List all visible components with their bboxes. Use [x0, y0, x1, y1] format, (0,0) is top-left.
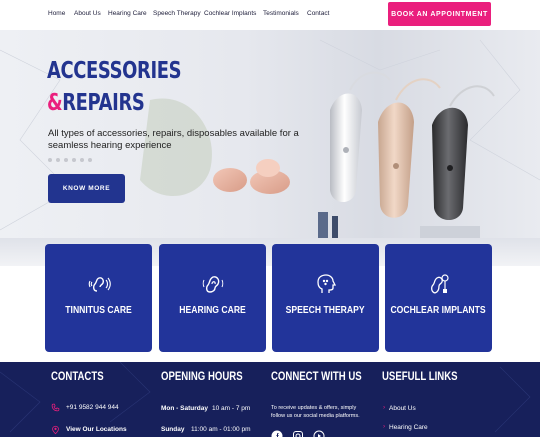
slider-dot[interactable] [56, 158, 60, 162]
footer-links-heading: USEFULL LINKS [382, 369, 458, 383]
service-card-tinnitus[interactable]: TINNITUS CARE [45, 244, 152, 352]
hours-row1-time: 10 am - 7 pm [212, 405, 251, 412]
footer-contacts-heading: CONTACTS [51, 369, 104, 383]
phone-icon [51, 403, 60, 412]
connect-text-line2: follow us our social media platforms. [271, 413, 360, 419]
nav-contact[interactable]: Contact [307, 10, 329, 17]
chevron-right-icon: › [383, 423, 386, 430]
nav-hearing-care[interactable]: Hearing Care [108, 10, 147, 17]
hero-title-ampersand: & [47, 90, 63, 116]
ear-icon [202, 276, 223, 293]
hero-subtitle: All types of accessories, repairs, dispo… [48, 128, 299, 151]
instagram-icon[interactable] [292, 430, 304, 437]
hero-title-line1: ACCESSORIES [47, 58, 182, 84]
service-label: TINNITUS CARE [65, 304, 132, 316]
cochlear-implant-icon [430, 274, 449, 294]
location-pin-icon [52, 425, 59, 435]
top-navigation: Home About Us Hearing Care Speech Therap… [0, 0, 540, 30]
footer-link-hearing-care[interactable]: Hearing Care [389, 424, 428, 431]
ear-waves-icon [88, 277, 111, 292]
youtube-icon[interactable] [313, 430, 325, 437]
hero-title-line2-text: REPAIRS [62, 90, 145, 116]
hours-row1-day: Mon - Saturday [161, 405, 208, 412]
nav-about-us[interactable]: About Us [74, 10, 101, 17]
service-label: COCHLEAR IMPLANTS [390, 304, 487, 316]
slider-dot[interactable] [64, 158, 68, 162]
connect-text-line1: To receive updates & offers, simply [271, 405, 357, 411]
hours-row2-time: 11:00 am - 01:00 pm [191, 426, 251, 433]
nav-testimonials[interactable]: Testimonials [263, 10, 299, 17]
service-label: HEARING CARE [179, 304, 246, 316]
service-card-hearing-care[interactable]: HEARING CARE [159, 244, 266, 352]
slider-dot[interactable] [80, 158, 84, 162]
nav-home[interactable]: Home [48, 10, 65, 17]
hero-title-line2: &REPAIRS [47, 90, 145, 116]
hours-row2-day: Sunday [161, 426, 185, 433]
slider-dots [48, 158, 92, 162]
nav-speech-therapy[interactable]: Speech Therapy [153, 10, 201, 17]
book-appointment-button[interactable]: BOOK AN APPOINTMENT [388, 2, 491, 26]
service-card-cochlear-implants[interactable]: COCHLEAR IMPLANTS [385, 244, 492, 352]
slider-dot[interactable] [72, 158, 76, 162]
contact-phone[interactable]: +91 9582 944 944 [66, 404, 119, 411]
service-label: SPEECH THERAPY [286, 304, 365, 316]
nav-cochlear-implants[interactable]: Cochlear Implants [204, 10, 256, 17]
view-locations-link[interactable]: View Our Locations [66, 426, 127, 433]
facebook-icon[interactable] [271, 430, 283, 437]
footer-hours-heading: OPENING HOURS [161, 369, 243, 383]
footer-connect-heading: CONNECT WITH US [271, 369, 362, 383]
slider-dot[interactable] [88, 158, 92, 162]
chevron-right-icon: › [383, 404, 386, 411]
slider-dot[interactable] [48, 158, 52, 162]
site-footer: CONTACTS +91 9582 944 944 View Our Locat… [0, 362, 540, 437]
know-more-button[interactable]: KNOW MORE [48, 174, 125, 203]
service-card-speech-therapy[interactable]: SPEECH THERAPY [272, 244, 379, 352]
speech-head-icon [316, 274, 336, 293]
footer-link-about-us[interactable]: About Us [389, 405, 416, 412]
